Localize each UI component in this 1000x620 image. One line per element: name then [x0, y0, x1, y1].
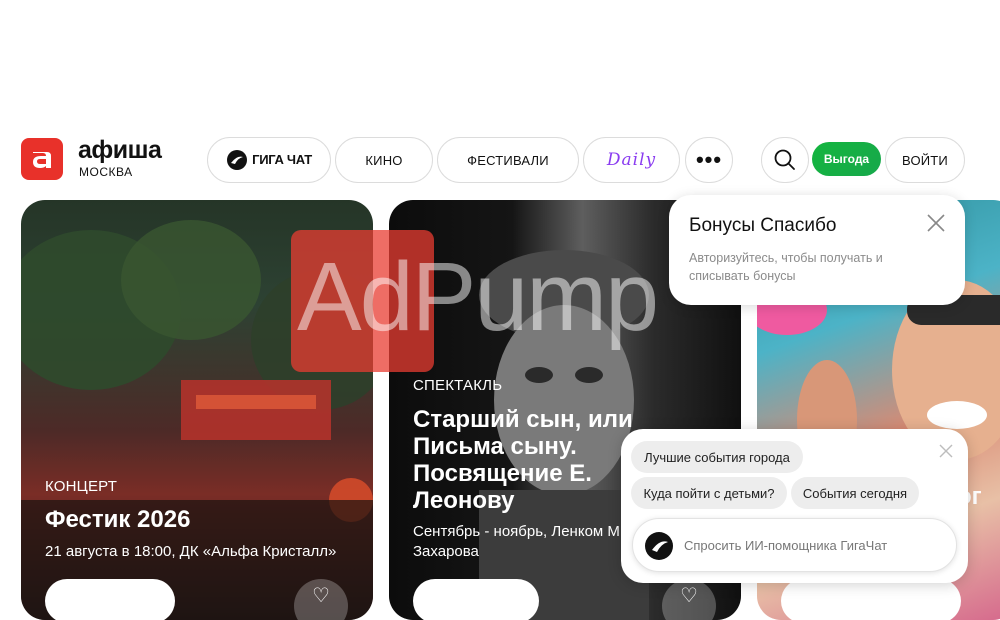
close-icon[interactable]	[939, 444, 953, 458]
heart-icon: ♡	[312, 585, 330, 607]
gigachat-logo-icon	[227, 150, 248, 170]
suggestion-chip[interactable]: Лучшие события города	[631, 441, 803, 473]
card-category: КОНЦЕРТ	[45, 478, 118, 495]
heart-icon: ♡	[680, 585, 698, 607]
card-title[interactable]: Фестик 2026	[45, 506, 190, 533]
search-icon	[774, 149, 795, 170]
brand-name[interactable]: афиша	[78, 136, 162, 164]
daily-label: Daily	[606, 150, 657, 170]
watermark-text: AdPump	[297, 242, 659, 351]
nav-daily[interactable]: Daily	[583, 137, 680, 183]
close-icon[interactable]	[925, 212, 947, 234]
more-dots-icon: •••	[695, 147, 723, 172]
ask-assistant-placeholder: Спросить ИИ-помощника ГигаЧат	[684, 538, 888, 553]
search-button[interactable]	[761, 137, 809, 183]
bonus-popup-title: Бонусы Спасибо	[689, 215, 837, 236]
afisha-logo-icon[interactable]	[21, 138, 63, 180]
card-title-line-4[interactable]: Леонову	[413, 487, 515, 514]
bonus-popup-text: Авторизуйтесь, чтобы получать и списыват…	[689, 251, 883, 283]
card-subtitle-line-1: Сентябрь - ноябрь, Ленком М	[413, 523, 620, 540]
gigachat-assistant-popup: Лучшие события города Куда пойти с детьм…	[621, 429, 968, 583]
suggestion-chip[interactable]: Куда пойти с детьми?	[631, 477, 787, 509]
login-button[interactable]: ВОЙТИ	[885, 137, 965, 183]
city-selector[interactable]: МОСКВА	[79, 165, 133, 179]
benefit-button[interactable]: Выгода	[812, 142, 881, 176]
suggestion-chip[interactable]: События сегодня	[791, 477, 919, 509]
ask-assistant-input[interactable]: Спросить ИИ-помощника ГигаЧат	[632, 518, 957, 572]
bonus-popup: Бонусы Спасибо Авторизуйтесь, чтобы полу…	[669, 195, 965, 305]
gigachat-nav-button[interactable]: ГИГА ЧАТ	[207, 137, 331, 183]
card-title-line-1[interactable]: Старший сын, или	[413, 406, 633, 433]
card-title-line-2[interactable]: Письма сыну.	[413, 433, 577, 460]
card-title-line-3[interactable]: Посвящение Е.	[413, 460, 592, 487]
card-subtitle-line-2: Захарова	[413, 543, 479, 560]
card-subtitle: 21 августа в 18:00, ДК «Альфа Кристалл»	[45, 543, 337, 560]
gigachat-nav-label: ГИГА ЧАТ	[252, 152, 312, 167]
nav-kino[interactable]: КИНО	[335, 137, 433, 183]
gigachat-logo-icon	[645, 532, 673, 560]
nav-festivals[interactable]: ФЕСТИВАЛИ	[437, 137, 579, 183]
more-menu-button[interactable]: •••	[685, 137, 733, 183]
card-category: СПЕКТАКЛЬ	[413, 377, 503, 394]
